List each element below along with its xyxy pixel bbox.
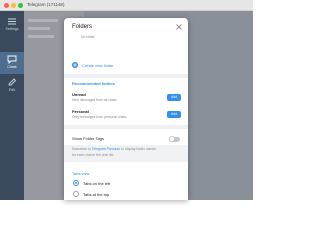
recommended-personal-desc: Only messages from personal chats.	[72, 115, 128, 119]
divider	[64, 125, 188, 129]
maximize-window-button[interactable]	[18, 3, 23, 8]
close-window-button[interactable]	[4, 3, 9, 8]
chat-list-item[interactable]	[28, 19, 58, 22]
sidebar-item-edit[interactable]: Edit	[0, 75, 24, 97]
close-icon[interactable]	[175, 23, 183, 31]
show-folder-tags-label: Show Folder Tags	[72, 136, 104, 141]
window-titlebar: Telegram (171148)	[0, 0, 253, 11]
tabs-top-label[interactable]: Tabs at the top	[83, 192, 109, 197]
edit-icon	[8, 78, 17, 86]
existing-folder-status: No chats	[81, 35, 95, 39]
add-unread-folder-button[interactable]: Add	[167, 94, 181, 101]
show-folder-tags-toggle[interactable]	[169, 136, 180, 142]
telegram-premium-link[interactable]: Telegram Premium	[92, 147, 120, 151]
folders-dialog: Folders No chats Create new folder Recom…	[64, 18, 188, 200]
minimize-window-button[interactable]	[11, 3, 16, 8]
subscribe-prefix: Subscribe to	[72, 147, 91, 151]
recommended-unread-name: Unread	[72, 92, 86, 97]
chat-list-item[interactable]	[28, 27, 50, 30]
premium-note-line1: Subscribe to Telegram Premium to display…	[72, 147, 156, 151]
subscribe-suffix: to display folder names	[121, 147, 157, 151]
settings-icon	[8, 18, 16, 25]
tabs-left-label[interactable]: Tabs on the left	[83, 181, 110, 186]
sidebar-item-settings[interactable]: Settings	[0, 14, 24, 36]
existing-folder-row[interactable]	[72, 42, 180, 56]
radio-tabs-left[interactable]	[73, 180, 79, 186]
sidebar-item-label: Chats	[7, 65, 17, 69]
toggle-knob	[169, 136, 175, 142]
chats-icon	[7, 55, 17, 64]
radio-tabs-top[interactable]	[73, 191, 79, 197]
divider	[64, 74, 188, 78]
create-new-folder-button[interactable]: Create new folder	[82, 63, 114, 68]
add-personal-folder-button[interactable]: Add	[167, 111, 181, 118]
recommended-personal-name: Personal	[72, 109, 89, 114]
tabs-view-heading: Tabs view	[72, 171, 90, 176]
sidebar-item-label: Settings	[5, 27, 19, 31]
sidebar-item-chats[interactable]: Chats	[0, 52, 24, 74]
plus-icon	[72, 62, 78, 68]
recommended-heading: Recommended folders	[72, 81, 116, 86]
sidebar-item-label: Edit	[8, 88, 16, 92]
premium-note-line2: for each chat in the chat list.	[72, 153, 115, 157]
chat-list-item[interactable]	[28, 35, 54, 38]
recommended-unread-desc: New messages from all chats.	[72, 98, 118, 102]
window-title: Telegram (171148)	[27, 2, 65, 7]
dialog-title: Folders	[72, 24, 93, 30]
sidebar: Settings Chats Edit	[0, 11, 24, 200]
